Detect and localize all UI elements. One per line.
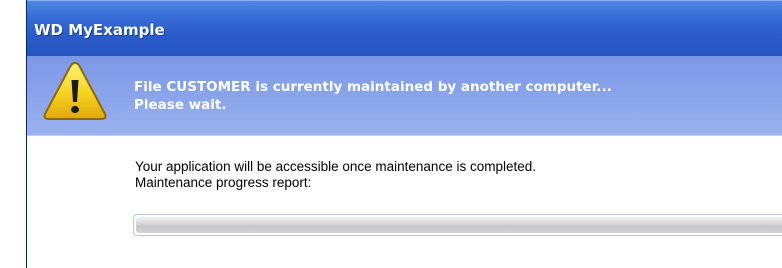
body-line1: Your application will be accessible once…: [135, 159, 536, 174]
warning-icon: [43, 61, 107, 120]
progress-fill: [136, 217, 782, 233]
progress-bar: [133, 214, 782, 236]
header-message-line1: File CUSTOMER is currently maintained by…: [134, 79, 612, 95]
body-text: Your application will be accessible once…: [135, 159, 536, 191]
header-panel: File CUSTOMER is currently maintained by…: [27, 56, 782, 136]
header-message-line2: Please wait.: [134, 97, 227, 113]
title-bar[interactable]: WD MyExample: [27, 0, 782, 56]
body-line2: Maintenance progress report:: [135, 175, 312, 190]
maintenance-dialog: WD MyExample File CUSTOMER is currently …: [26, 0, 782, 268]
body-panel: Your application will be accessible once…: [27, 136, 782, 268]
window-title: WD MyExample: [34, 21, 165, 39]
header-message: File CUSTOMER is currently maintained by…: [134, 78, 612, 114]
